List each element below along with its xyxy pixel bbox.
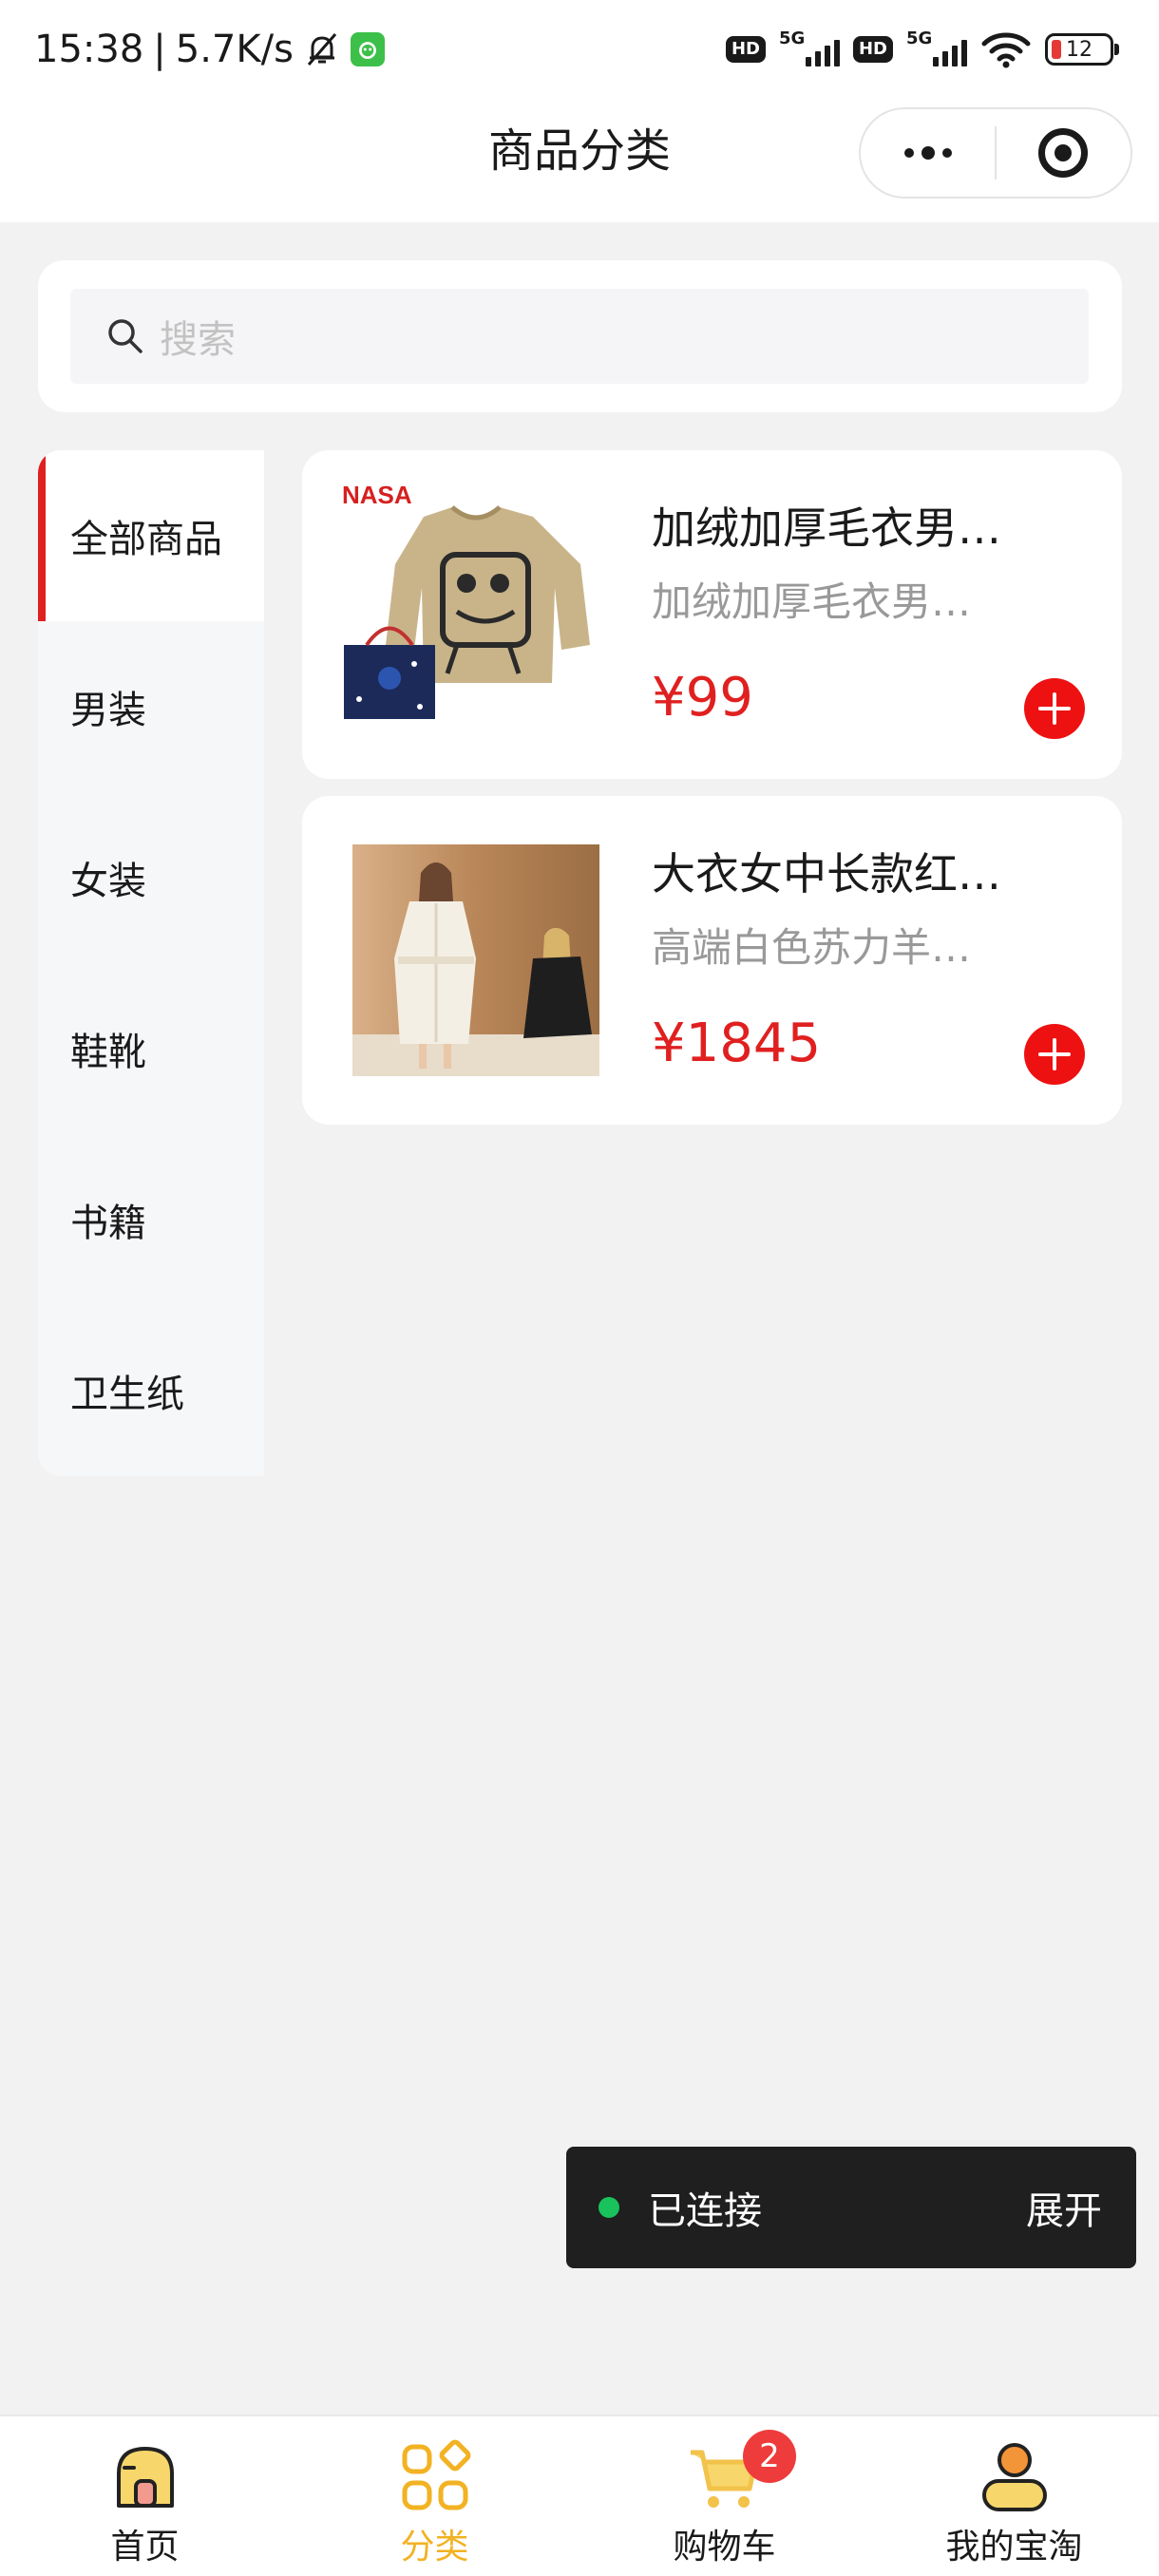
sidebar-item-label: 女装 <box>70 860 146 903</box>
tab-cart[interactable]: 2 购物车 <box>580 2416 869 2576</box>
battery-icon: 12 <box>1045 33 1119 66</box>
signal-icon-2: 5G <box>906 28 967 70</box>
close-mini-program-button[interactable] <box>997 109 1130 197</box>
product-image[interactable]: NASA <box>338 479 614 750</box>
search-placeholder: 搜索 <box>160 318 236 362</box>
cart-count-badge: 2 <box>743 2430 796 2483</box>
tab-profile[interactable]: 我的宝淘 <box>869 2416 1159 2576</box>
status-left: 15:38 | 5.7K/s <box>34 23 385 76</box>
sweater-image: NASA <box>338 479 614 750</box>
sidebar-item-label: 男装 <box>70 689 146 732</box>
sidebar-item-books[interactable]: 书籍 <box>38 1134 264 1305</box>
category-sidebar: 全部商品 男装 女装 鞋靴 书籍 卫生纸 <box>38 450 264 1476</box>
tab-label: 首页 <box>110 2528 180 2567</box>
sidebar-item-label: 书籍 <box>70 1202 146 1245</box>
sidebar-item-menswear[interactable]: 男装 <box>38 621 264 792</box>
target-circle-icon <box>1038 128 1089 178</box>
mini-program-capsule <box>859 107 1132 199</box>
network-gen-2: 5G <box>906 28 933 48</box>
network-speed: 5.7K/s <box>175 28 294 71</box>
plus-icon <box>1038 692 1071 725</box>
tab-label: 购物车 <box>673 2528 776 2567</box>
connected-dot-icon <box>598 2197 619 2218</box>
product-price: ¥99 <box>652 667 753 729</box>
signal-icon-1: 5G <box>779 28 840 70</box>
expand-button[interactable]: 展开 <box>1026 2180 1102 2235</box>
more-dots-icon <box>903 146 952 160</box>
hd-badge-1: HD <box>725 36 766 63</box>
bell-muted-icon <box>307 33 337 66</box>
brand-print: NASA <box>342 481 412 509</box>
plus-icon <box>1038 1038 1071 1070</box>
sidebar-item-shoes[interactable]: 鞋靴 <box>38 963 264 1134</box>
network-gen-1: 5G <box>778 28 806 48</box>
tab-label: 我的宝淘 <box>945 2528 1083 2567</box>
sidebar-item-label: 卫生纸 <box>70 1373 184 1416</box>
tab-label: 分类 <box>400 2528 469 2567</box>
status-bar: 15:38 | 5.7K/s HD 5G HD 5G 12 <box>0 0 1159 99</box>
battery-level: 12 <box>1066 37 1092 62</box>
sidebar-item-label: 鞋靴 <box>70 1031 146 1074</box>
product-price: ¥1845 <box>652 1013 822 1074</box>
sidebar-item-tissue[interactable]: 卫生纸 <box>38 1305 264 1476</box>
app-notification-icon <box>350 32 385 66</box>
nav-bar: 商品分类 <box>0 99 1159 222</box>
add-to-cart-button[interactable] <box>1024 1024 1085 1085</box>
coat-image <box>352 844 599 1076</box>
sidebar-item-label: 全部商品 <box>70 518 222 561</box>
hd-badge-2: HD <box>852 36 893 63</box>
wifi-icon <box>981 32 1031 68</box>
product-title[interactable]: 大衣女中长款红… <box>652 840 1032 902</box>
category-grid-icon <box>402 2439 470 2510</box>
product-image[interactable] <box>338 824 614 1096</box>
search-input[interactable]: 搜索 <box>70 289 1089 384</box>
status-time: 15:38 <box>34 28 144 71</box>
sidebar-item-all-products[interactable]: 全部商品 <box>38 450 264 621</box>
profile-icon <box>981 2443 1047 2511</box>
add-to-cart-button[interactable] <box>1024 678 1085 739</box>
status-right: HD 5G HD 5G 12 <box>725 23 1119 76</box>
connection-status-bar: 已连接 展开 <box>566 2147 1136 2268</box>
search-card: 搜索 <box>38 260 1122 412</box>
more-button[interactable] <box>861 109 995 197</box>
sidebar-item-womenswear[interactable]: 女装 <box>38 792 264 963</box>
product-card[interactable]: 大衣女中长款红… 高端白色苏力羊… ¥1845 <box>302 796 1122 1125</box>
product-desc: 加绒加厚毛衣男… <box>652 578 972 625</box>
status-separator: | <box>153 28 166 71</box>
tab-bar: 首页 分类 2 购物车 我的宝淘 <box>0 2415 1159 2576</box>
home-icon <box>116 2447 174 2508</box>
tab-home[interactable]: 首页 <box>0 2416 290 2576</box>
tab-category[interactable]: 分类 <box>290 2416 580 2576</box>
search-icon <box>108 319 142 353</box>
product-desc: 高端白色苏力羊… <box>652 924 972 971</box>
product-title[interactable]: 加绒加厚毛衣男… <box>652 494 1032 557</box>
product-card[interactable]: NASA 加绒加厚毛衣男… 加绒加厚毛衣男… ¥99 <box>302 450 1122 779</box>
connection-status: 已连接 <box>648 2189 762 2233</box>
